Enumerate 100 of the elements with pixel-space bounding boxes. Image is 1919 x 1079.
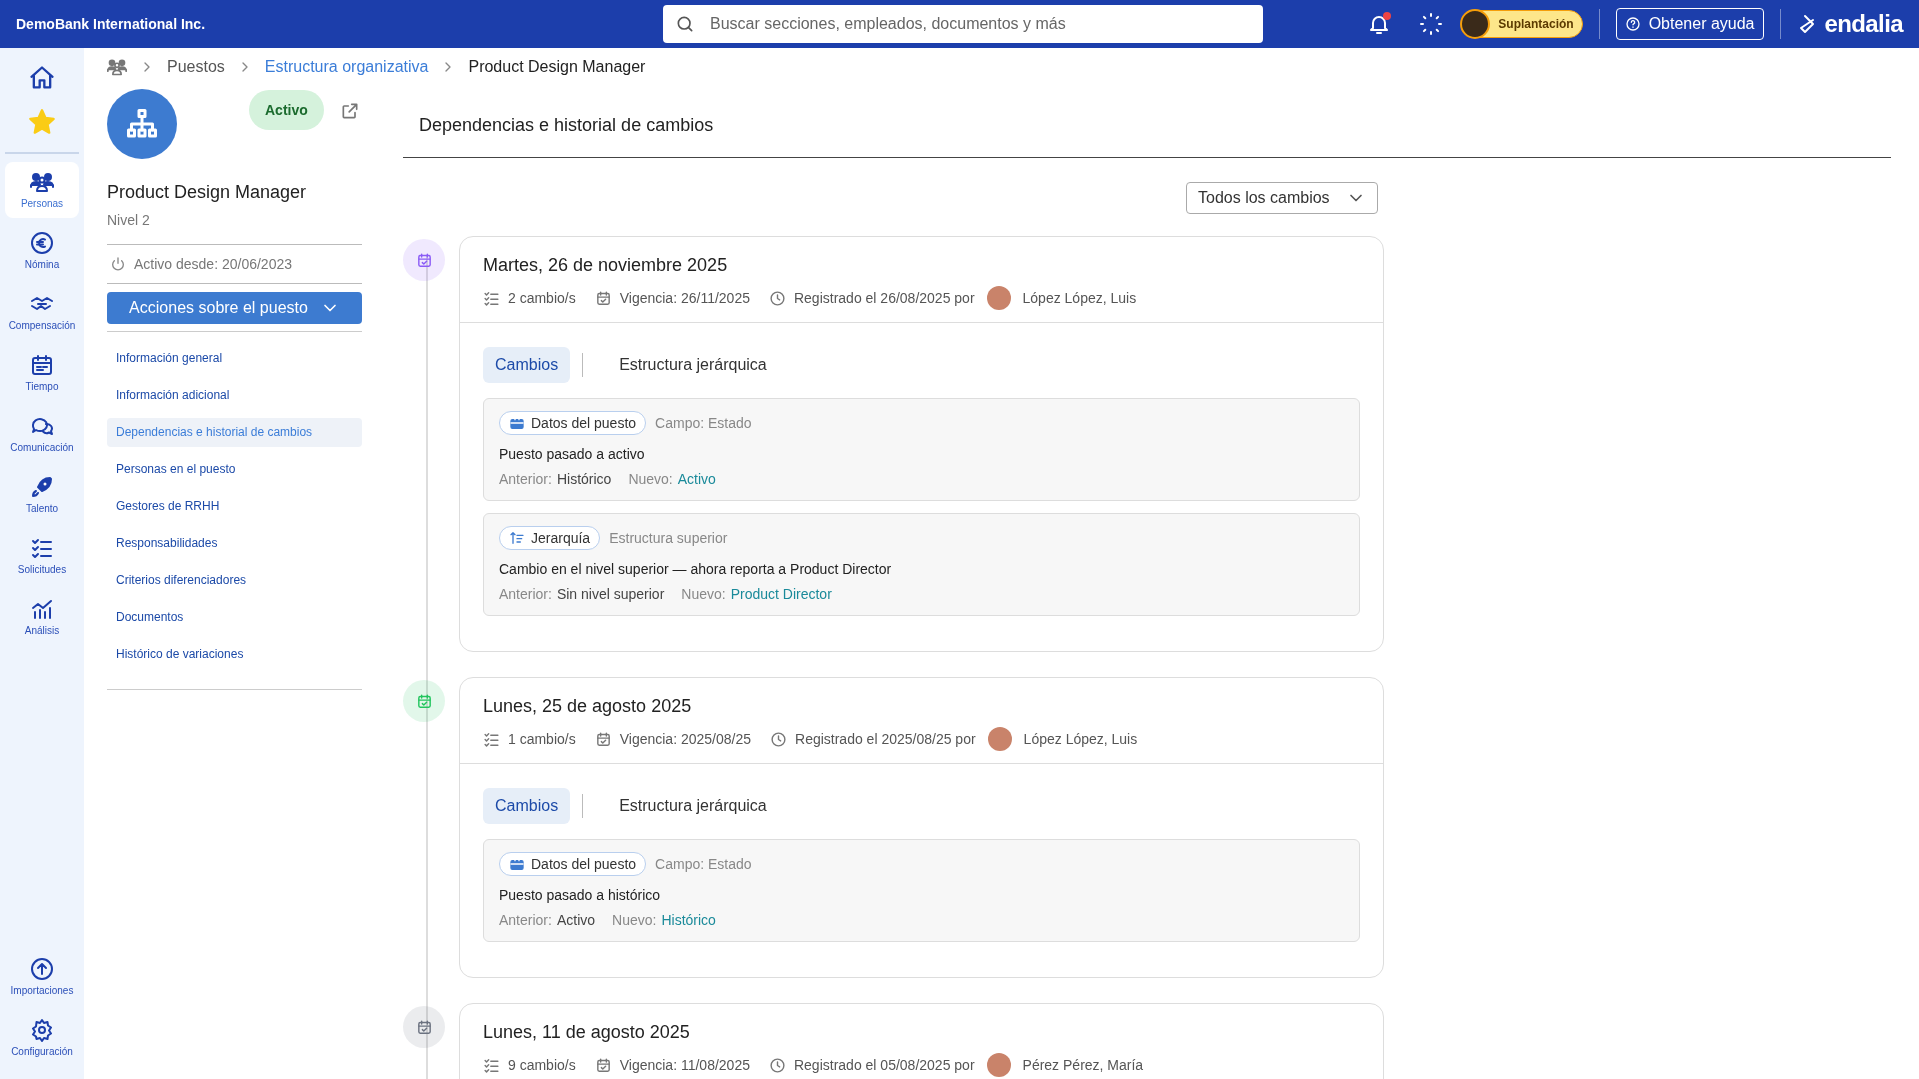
previous-value: Sin nivel superior bbox=[556, 585, 665, 604]
actions-button[interactable]: Acciones sobre el puesto bbox=[107, 292, 362, 324]
effective-date: Vigencia: 2025/08/25 bbox=[619, 729, 751, 749]
checklist-icon bbox=[483, 289, 500, 307]
avatar bbox=[986, 1053, 1011, 1077]
nav-item[interactable]: Importaciones bbox=[5, 949, 79, 1005]
avatar bbox=[1460, 9, 1491, 39]
impersonation-button[interactable]: Suplantación bbox=[1463, 10, 1583, 38]
new-value: Activo bbox=[677, 470, 716, 489]
position-title: Product Design Manager bbox=[107, 181, 308, 204]
rocket-icon bbox=[30, 474, 54, 499]
tab[interactable]: Cambios bbox=[483, 788, 571, 824]
calendar-icon bbox=[30, 352, 54, 377]
avatar bbox=[986, 286, 1011, 310]
clock-icon bbox=[768, 289, 786, 307]
tab[interactable]: Cambios bbox=[483, 347, 571, 383]
registered-date: Registrado el 05/08/2025 por bbox=[793, 1055, 975, 1075]
new-label: Nuevo: bbox=[681, 585, 726, 604]
previous-label: Anterior: bbox=[499, 470, 552, 489]
field-label: Campo: Estado bbox=[655, 854, 752, 874]
euro-icon bbox=[30, 230, 54, 255]
calendar-check-icon bbox=[594, 730, 612, 748]
help-button[interactable]: Obtener ayuda bbox=[1615, 8, 1764, 40]
calendar-check-icon bbox=[594, 289, 612, 307]
loading-spinner-icon bbox=[1419, 12, 1444, 36]
effective-date: Vigencia: 11/08/2025 bbox=[619, 1055, 750, 1075]
change-description: Cambio en el nivel superior — ahora reporta a Product Director bbox=[499, 560, 893, 579]
change-count: 2 cambio/s bbox=[508, 288, 576, 308]
checklist-icon bbox=[483, 1056, 500, 1074]
nav-item[interactable]: Compensación bbox=[5, 284, 79, 340]
category-badge: Datos del puesto bbox=[499, 411, 647, 435]
event-date: Martes, 26 de noviembre 2025 bbox=[483, 254, 729, 277]
field-label: Estructura superior bbox=[609, 528, 728, 548]
menu-link[interactable]: Documentos bbox=[107, 603, 362, 632]
clock-icon bbox=[768, 1056, 786, 1074]
calendar-check-icon bbox=[594, 1056, 612, 1074]
new-label: Nuevo: bbox=[612, 911, 657, 930]
search-field[interactable]: Buscar secciones, empleados, documentos y más bbox=[663, 5, 1263, 43]
menu-link[interactable]: Dependencias e historial de cambios bbox=[107, 418, 362, 447]
previous-label: Anterior: bbox=[499, 585, 552, 604]
category-badge: Datos del puesto bbox=[499, 852, 647, 876]
nav-item[interactable]: Talento bbox=[5, 467, 79, 523]
breadcrumb-item: Product Design Manager bbox=[468, 56, 646, 77]
breadcrumb-item: Puestos bbox=[167, 56, 225, 77]
field-label: Campo: Estado bbox=[655, 413, 752, 433]
brand-name: endalia bbox=[1824, 9, 1903, 39]
previous-label: Anterior: bbox=[499, 911, 552, 930]
position-level: Nivel 2 bbox=[107, 211, 151, 230]
change-count: 1 cambio/s bbox=[508, 729, 576, 749]
nav-item[interactable]: Configuración bbox=[5, 1010, 79, 1066]
upload-icon bbox=[30, 956, 54, 981]
previous-value: Activo bbox=[556, 911, 596, 930]
menu-link[interactable]: Información adicional bbox=[107, 381, 362, 410]
checklist-icon bbox=[483, 730, 500, 748]
sort-up-icon bbox=[509, 530, 525, 546]
menu-link[interactable]: Responsabilidades bbox=[107, 529, 362, 558]
author-name: López López, Luis bbox=[1023, 729, 1138, 749]
registered-date: Registrado el 2025/08/25 por bbox=[795, 729, 976, 749]
tab[interactable]: Estructura jerárquica bbox=[607, 788, 779, 824]
nav-item[interactable]: Análisis bbox=[5, 589, 79, 645]
nav-item[interactable]: Tiempo bbox=[5, 345, 79, 401]
menu-link[interactable]: Personas en el puesto bbox=[107, 455, 362, 484]
registered-date: Registrado el 26/08/2025 por bbox=[793, 288, 975, 308]
nav-item[interactable]: Comunicación bbox=[5, 406, 79, 462]
power-icon bbox=[110, 256, 126, 272]
menu-link[interactable]: Criterios diferenciadores bbox=[107, 566, 362, 595]
help-icon bbox=[1624, 16, 1641, 32]
change-description: Puesto pasado a activo bbox=[499, 445, 646, 464]
author-name: Pérez Pérez, María bbox=[1022, 1055, 1144, 1075]
change-count: 9 cambio/s bbox=[508, 1055, 576, 1075]
new-label: Nuevo: bbox=[628, 470, 673, 489]
menu-link[interactable]: Gestores de RRHH bbox=[107, 492, 362, 521]
nav-item[interactable]: Solicitudes bbox=[5, 528, 79, 584]
event-date: Lunes, 25 de agosto 2025 bbox=[483, 695, 693, 718]
company-name: DemoBank International Inc. bbox=[16, 14, 207, 34]
new-value: Histórico bbox=[661, 911, 716, 930]
effective-date: Vigencia: 26/11/2025 bbox=[619, 288, 750, 308]
section-title: Dependencias e historial de cambios bbox=[418, 114, 715, 137]
event-date: Lunes, 11 de agosto 2025 bbox=[483, 1021, 691, 1044]
settings-icon bbox=[30, 1017, 54, 1042]
search-icon bbox=[675, 14, 695, 34]
breadcrumb-link[interactable]: Estructura organizativa bbox=[264, 54, 429, 79]
menu-link[interactable]: Histórico de variaciones bbox=[107, 640, 362, 669]
new-value: Product Director bbox=[730, 585, 832, 604]
tab[interactable]: Estructura jerárquica bbox=[607, 347, 779, 383]
menu-link[interactable]: Información general bbox=[107, 344, 362, 373]
impersonation-label: Suplantación bbox=[1498, 16, 1574, 33]
nav-item[interactable]: Personas bbox=[5, 162, 79, 218]
clock-icon bbox=[770, 730, 787, 748]
active-since: Activo desde: 20/06/2023 bbox=[134, 254, 292, 274]
status-badge: Activo bbox=[249, 90, 324, 130]
home-icon bbox=[28, 64, 56, 92]
previous-value: Histórico bbox=[556, 470, 612, 489]
nav-item[interactable]: Nómina bbox=[5, 223, 79, 279]
avatar bbox=[987, 727, 1012, 751]
author-name: López López, Luis bbox=[1022, 288, 1137, 308]
filter-dropdown[interactable]: Todos los cambios bbox=[1186, 182, 1378, 214]
category-badge: Jerarquía bbox=[499, 526, 601, 550]
notifications-button[interactable] bbox=[1367, 12, 1392, 36]
star-icon bbox=[28, 108, 56, 136]
